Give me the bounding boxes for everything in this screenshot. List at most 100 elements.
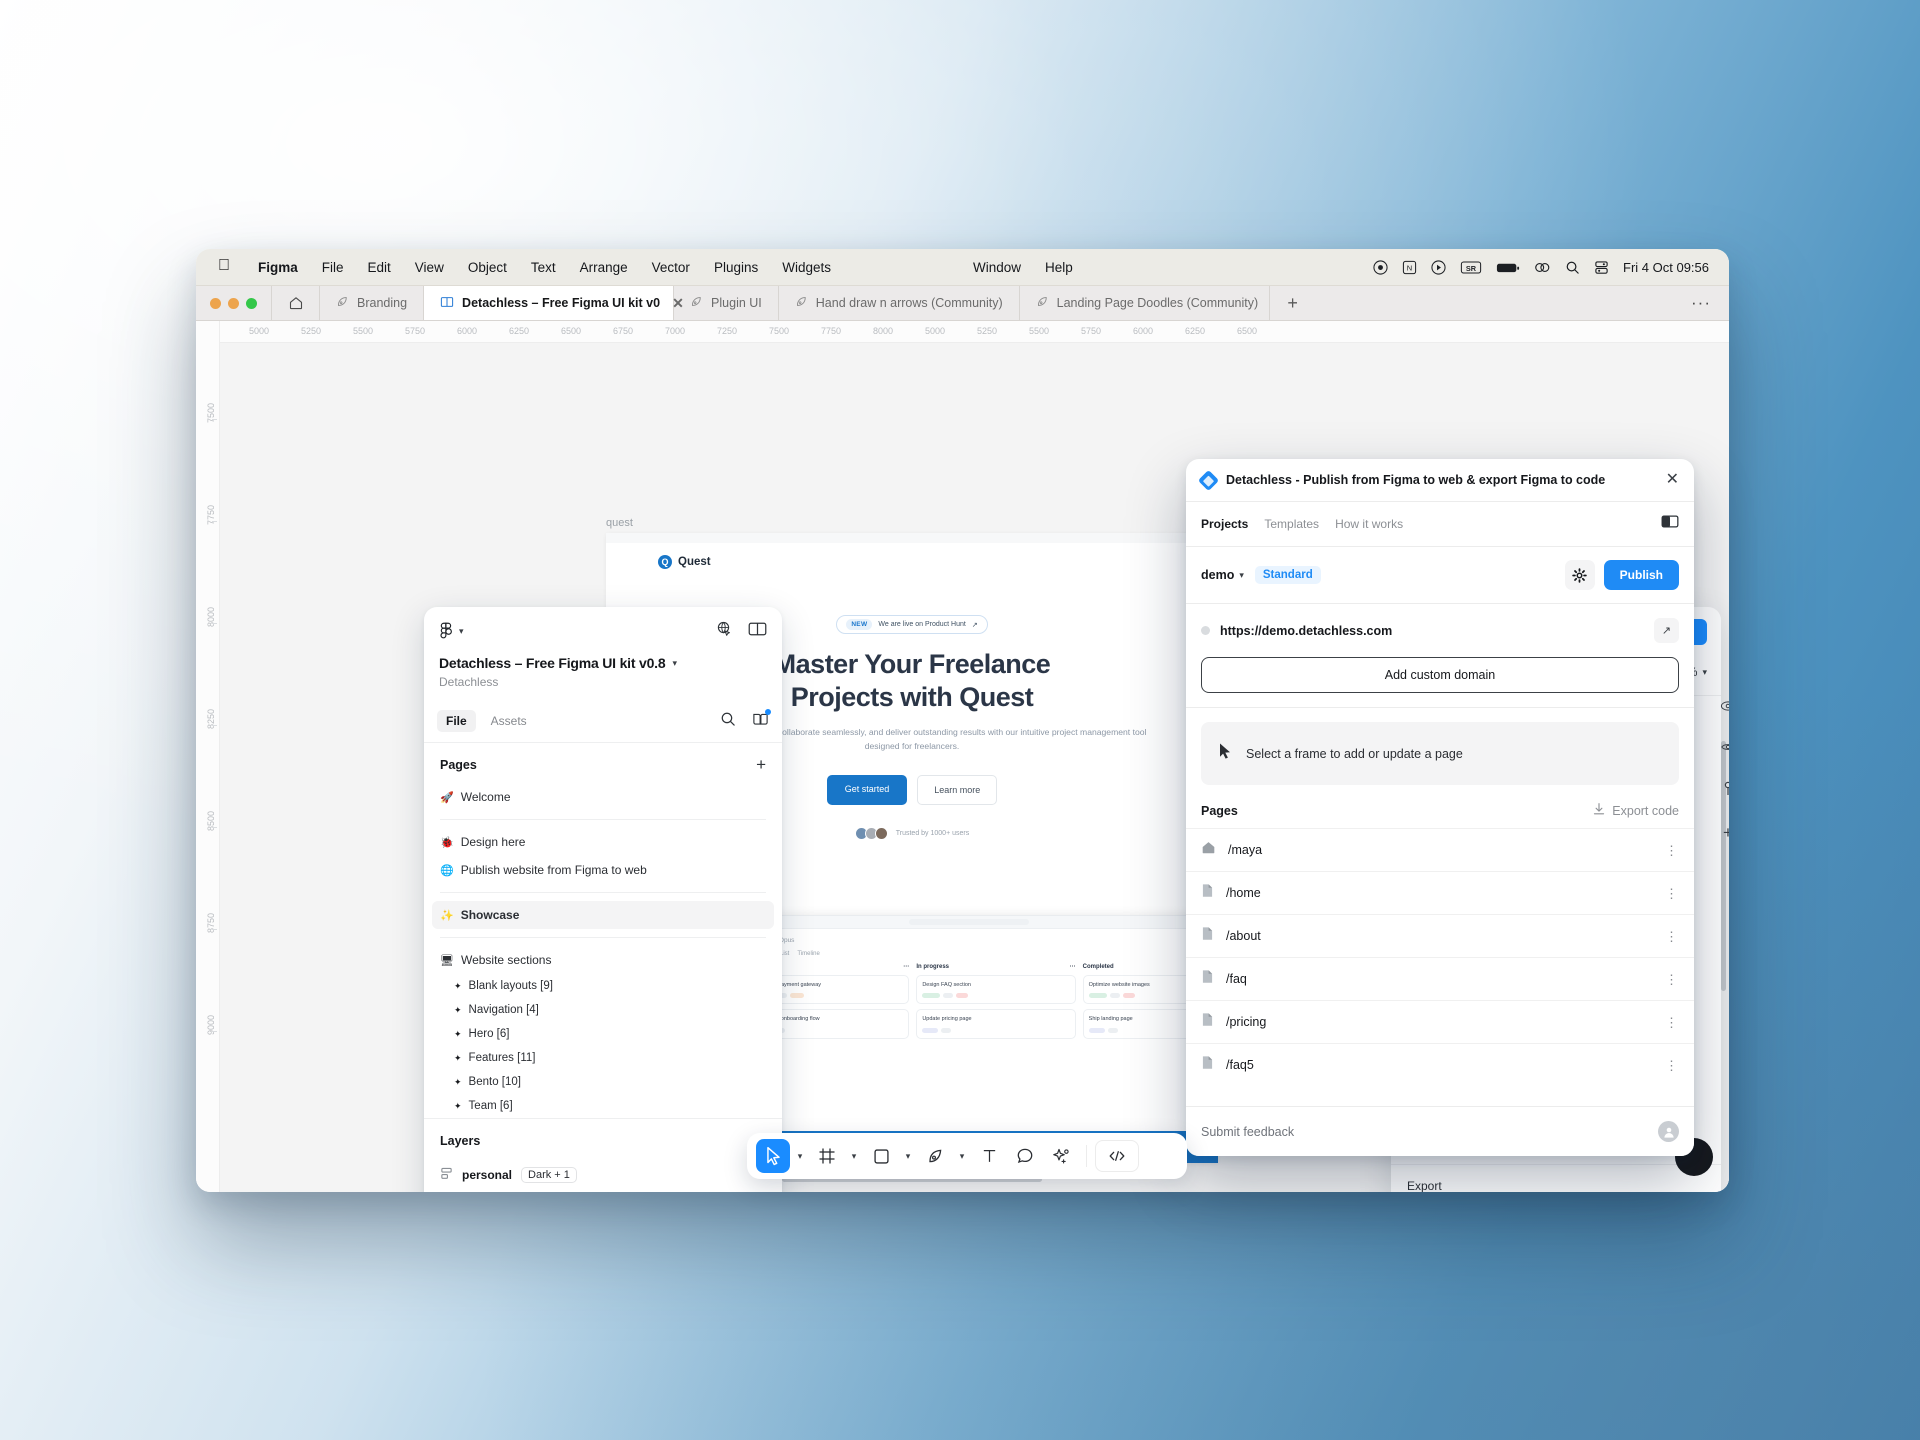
section-item-navigation[interactable]: ✦ Navigation [4]: [424, 998, 782, 1022]
page-row-faq5[interactable]: /faq5 ⋮: [1186, 1043, 1694, 1086]
kebab-menu-icon[interactable]: ⋮: [1665, 1059, 1679, 1072]
close-window-button[interactable]: [210, 297, 221, 309]
tabbar-overflow-button[interactable]: ···: [1673, 286, 1729, 320]
pin-icon[interactable]: [1721, 781, 1729, 802]
move-tool[interactable]: [756, 1139, 790, 1173]
layer-item-personal[interactable]: personal Dark + 1: [424, 1160, 782, 1190]
battery-icon[interactable]: [1496, 260, 1520, 275]
page-item-welcome[interactable]: 🚀 Welcome: [424, 783, 782, 811]
page-item-publish-website[interactable]: 🌐 Publish website from Figma to web: [424, 856, 782, 884]
visibility-icon[interactable]: [1720, 740, 1729, 759]
library-book-icon[interactable]: [752, 708, 771, 732]
page-item-design-here[interactable]: 🐞 Design here: [424, 828, 782, 856]
nav-how-it-works[interactable]: How it works: [1335, 517, 1403, 531]
section-item-blank-layouts[interactable]: ✦ Blank layouts [9]: [424, 974, 782, 998]
submit-feedback-link[interactable]: Submit feedback: [1201, 1125, 1294, 1139]
tab-plugin-ui[interactable]: Plugin UI: [674, 286, 779, 320]
maximize-window-button[interactable]: [246, 297, 257, 309]
page-item-website-sections[interactable]: 🖥 Website sections: [424, 946, 782, 974]
kebab-menu-icon[interactable]: ⋮: [1665, 887, 1679, 900]
frame-tool-caret-icon[interactable]: ▾: [846, 1151, 862, 1162]
menu-text[interactable]: Text: [519, 260, 568, 275]
menu-window[interactable]: Window: [961, 260, 1033, 275]
section-item-bento[interactable]: ✦ Bento [10]: [424, 1070, 782, 1094]
menu-help[interactable]: Help: [1033, 260, 1085, 275]
preview-card[interactable]: Design FAQ section: [916, 975, 1076, 1005]
record-icon[interactable]: [1373, 259, 1388, 275]
publish-button[interactable]: Publish: [1603, 560, 1679, 590]
layer-item-full-digital[interactable]: full-digital: [424, 1190, 782, 1192]
panel-layout-icon[interactable]: [748, 621, 767, 642]
site-url[interactable]: https://demo.detachless.com: [1220, 624, 1644, 638]
eye-icon[interactable]: [1720, 699, 1729, 718]
nav-projects[interactable]: Projects: [1201, 517, 1248, 531]
panel-layout-icon[interactable]: [1661, 514, 1679, 534]
sr-icon[interactable]: SR: [1460, 260, 1482, 275]
close-icon[interactable]: ✕: [1666, 472, 1679, 488]
new-tab-button[interactable]: +: [1270, 286, 1316, 320]
tab-hand-draw-arrows[interactable]: Hand draw n arrows (Community): [779, 286, 1020, 320]
external-link-icon[interactable]: ↗: [1654, 618, 1679, 643]
home-icon[interactable]: [272, 286, 320, 320]
gear-icon[interactable]: [1564, 560, 1595, 590]
section-item-team[interactable]: ✦ Team [6]: [424, 1094, 782, 1118]
comment-tool[interactable]: [1008, 1139, 1042, 1173]
product-hunt-pill[interactable]: NEW We are live on Product Hunt ↗: [836, 615, 988, 634]
link-icon[interactable]: [1534, 260, 1551, 275]
actions-tool[interactable]: [1044, 1139, 1078, 1173]
control-center-icon[interactable]: [1594, 260, 1609, 275]
shape-tool[interactable]: [864, 1139, 898, 1173]
kebab-menu-icon[interactable]: ⋮: [1665, 930, 1679, 943]
search-icon[interactable]: [1565, 260, 1580, 275]
export-section[interactable]: Export: [1391, 1164, 1721, 1192]
chevron-down-icon[interactable]: ▾: [1239, 570, 1244, 581]
preview-tab[interactable]: Timeline: [797, 951, 819, 957]
tab-landing-page-doodles[interactable]: Landing Page Doodles (Community): [1020, 286, 1270, 320]
menu-file[interactable]: File: [310, 260, 356, 275]
add-custom-domain-button[interactable]: Add custom domain: [1201, 657, 1679, 693]
window-traffic-lights[interactable]: [196, 286, 272, 320]
file-title-row[interactable]: Detachless – Free Figma UI kit v0.8 ▾: [439, 655, 767, 671]
plus-icon[interactable]: +: [1723, 824, 1729, 841]
menu-widgets[interactable]: Widgets: [770, 260, 843, 275]
export-code-button[interactable]: Export code: [1592, 802, 1679, 819]
kebab-menu-icon[interactable]: ⋮: [1665, 973, 1679, 986]
menu-plugins[interactable]: Plugins: [702, 260, 770, 275]
play-icon[interactable]: [1431, 259, 1446, 275]
menu-vector[interactable]: Vector: [640, 260, 702, 275]
search-icon[interactable]: [720, 711, 736, 732]
learn-more-button[interactable]: Learn more: [917, 775, 998, 806]
frame-label[interactable]: quest: [606, 517, 633, 529]
multiplayer-cursor-icon[interactable]: [715, 620, 732, 642]
add-page-button[interactable]: +: [756, 756, 766, 773]
preview-card[interactable]: Update pricing page: [916, 1009, 1076, 1039]
menu-edit[interactable]: Edit: [356, 260, 403, 275]
page-row-about[interactable]: /about ⋮: [1186, 914, 1694, 957]
kebab-menu-icon[interactable]: ⋮: [1665, 1016, 1679, 1029]
notion-icon[interactable]: N: [1402, 260, 1417, 275]
nav-templates[interactable]: Templates: [1264, 517, 1319, 531]
get-started-button[interactable]: Get started: [826, 775, 908, 806]
shape-tool-caret-icon[interactable]: ▾: [900, 1151, 916, 1162]
menu-figma[interactable]: Figma: [246, 260, 310, 275]
section-item-hero[interactable]: ✦ Hero [6]: [424, 1022, 782, 1046]
pen-tool-caret-icon[interactable]: ▾: [954, 1151, 970, 1162]
user-avatar-icon[interactable]: [1658, 1121, 1679, 1142]
kebab-menu-icon[interactable]: ⋮: [1665, 844, 1679, 857]
dev-mode-toggle[interactable]: [1095, 1140, 1139, 1172]
page-row-maya[interactable]: /maya ⋮: [1186, 828, 1694, 871]
text-tool[interactable]: [972, 1139, 1006, 1173]
apple-icon[interactable]: : [218, 257, 230, 274]
page-item-showcase[interactable]: ✨ Showcase: [432, 901, 774, 929]
move-tool-caret-icon[interactable]: ▾: [792, 1151, 808, 1162]
left-panel-content[interactable]: Pages + 🚀 Welcome 🐞 Design here 🌐 Publis…: [424, 743, 782, 1192]
minimize-window-button[interactable]: [228, 297, 239, 309]
tab-assets[interactable]: Assets: [482, 710, 536, 732]
pen-tool[interactable]: [918, 1139, 952, 1173]
section-item-features[interactable]: ✦ Features [11]: [424, 1046, 782, 1070]
page-row-home[interactable]: /home ⋮: [1186, 871, 1694, 914]
project-name[interactable]: demo: [1201, 568, 1234, 582]
chevron-down-icon[interactable]: ▾: [672, 658, 677, 669]
menu-view[interactable]: View: [403, 260, 456, 275]
page-row-pricing[interactable]: /pricing ⋮: [1186, 1000, 1694, 1043]
